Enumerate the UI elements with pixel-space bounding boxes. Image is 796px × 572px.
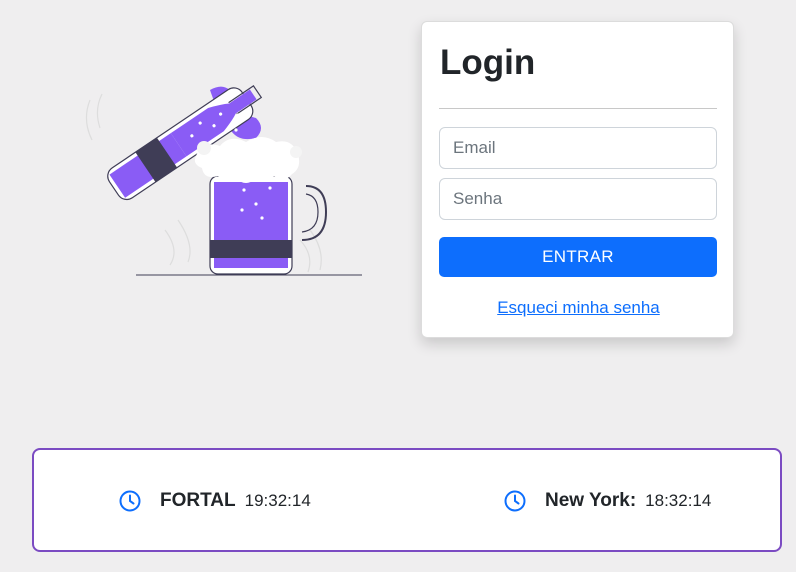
clock-new-york: New York: 18:32:14 <box>503 488 711 514</box>
clock-city-label: FORTAL <box>160 490 236 511</box>
clock-time: 18:32:14 <box>645 491 712 510</box>
clock-icon <box>504 490 526 512</box>
login-button[interactable]: ENTRAR <box>439 237 717 277</box>
email-field[interactable] <box>439 127 717 169</box>
world-clock-panel: FORTAL 19:32:14 New York: 18:32:14 <box>32 448 782 552</box>
login-card: Login ENTRAR Esqueci minha senha <box>421 21 734 338</box>
clock-city-label: New York: <box>545 490 637 511</box>
clock-time: 19:32:14 <box>244 491 311 510</box>
password-field[interactable] <box>439 178 717 220</box>
forgot-password-link[interactable]: Esqueci minha senha <box>422 298 735 318</box>
login-divider <box>439 108 717 109</box>
login-title: Login <box>440 43 536 82</box>
clock-fortaleza: FORTAL 19:32:14 <box>118 488 311 514</box>
clock-icon <box>119 490 141 512</box>
beer-pour-illustration <box>85 85 362 276</box>
